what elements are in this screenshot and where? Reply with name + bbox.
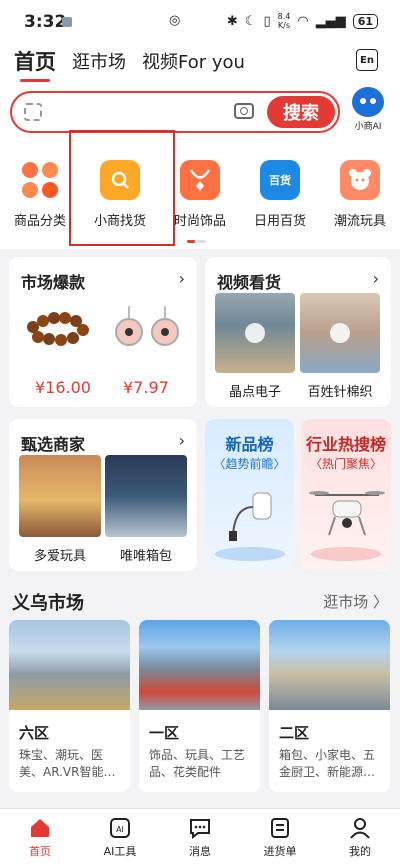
banner-title: 新品榜	[225, 435, 274, 454]
district-desc: 箱包、小家电、五金厨卫、新能源…	[279, 748, 376, 779]
video-thumbnail[interactable]	[215, 293, 295, 373]
robot-icon	[352, 87, 384, 117]
district-desc: 珠宝、潮玩、医美、AR.VR智能…	[19, 748, 116, 779]
earrings-image[interactable]	[113, 302, 183, 354]
play-icon	[245, 323, 265, 343]
merchant-name: 多爱玩具	[33, 549, 86, 564]
home-icon	[29, 817, 51, 839]
page-indicator	[187, 240, 211, 244]
tab-home[interactable]: 首页	[14, 46, 56, 82]
network-speed: 8.4 K/s	[277, 12, 291, 30]
nav-label: AI工具	[103, 845, 137, 858]
banner-subtitle: 〈趋势前瞻〉	[213, 457, 286, 471]
language-button[interactable]: En	[356, 49, 378, 71]
district-card[interactable]: 六区 珠宝、潮玩、医美、AR.VR智能…	[9, 620, 130, 792]
highlight-box	[69, 130, 175, 246]
category-label: 商品分类	[13, 214, 66, 229]
section-title: 义乌市场	[12, 593, 84, 614]
select-merchants-card[interactable]: 甄选商家 › 多爱玩具 唯唯箱包	[9, 419, 197, 571]
vibrate-icon: ▯	[263, 13, 271, 29]
merchant-image[interactable]	[19, 455, 101, 537]
bluetooth-icon: ✱	[226, 13, 238, 29]
nav-purchase-list[interactable]: 进货单	[250, 817, 310, 859]
dnd-moon-icon: ☾	[244, 13, 257, 29]
message-icon	[189, 817, 211, 839]
video-thumbnail[interactable]	[300, 293, 380, 373]
search-bar[interactable]: 搜索	[10, 91, 340, 133]
category-label: 潮流玩具	[333, 214, 386, 229]
list-icon	[269, 817, 291, 839]
ai-assistant-button[interactable]: 小商AI	[348, 87, 388, 132]
top-tabs: 首页 逛市场 视频For you En	[0, 42, 400, 87]
card-title: 视频看货	[217, 273, 282, 292]
necklace-icon	[180, 160, 220, 200]
user-icon	[349, 817, 371, 839]
ai-tools-icon: AI	[109, 817, 131, 839]
district-name: 一区	[149, 724, 180, 742]
teddy-bear-icon	[340, 160, 380, 200]
card-title: 市场爆款	[21, 273, 86, 292]
notification-icon	[62, 17, 72, 27]
bead-bracelet-image[interactable]	[27, 312, 89, 346]
category-item[interactable]: 百货 日用百货	[240, 160, 320, 229]
category-label: 日用百货	[253, 214, 306, 229]
search-button[interactable]: 搜索	[267, 96, 335, 128]
view-market-link[interactable]: 逛市场 〉	[323, 591, 388, 612]
nav-label: 消息	[189, 845, 211, 858]
nav-messages[interactable]: 消息	[170, 817, 230, 859]
chevron-right-icon[interactable]: ›	[179, 431, 185, 450]
nav-home[interactable]: 首页	[10, 817, 70, 859]
product-price: ¥16.00	[35, 378, 91, 397]
merchant-name: 唯唯箱包	[119, 549, 172, 564]
ai-label: 小商AI	[354, 122, 382, 132]
svg-text:AI: AI	[116, 825, 124, 834]
banner-title: 行业热搜榜	[305, 435, 386, 454]
chevron-right-icon[interactable]: ›	[373, 269, 379, 288]
market-hot-card[interactable]: 市场爆款 › ¥16.00 ¥7.97	[9, 257, 197, 407]
product-image	[227, 485, 277, 545]
nav-label: 我的	[349, 845, 371, 858]
camera-icon[interactable]	[234, 103, 254, 119]
grid-flower-icon	[20, 160, 60, 200]
shop-name: 百姓针棉织	[307, 385, 373, 400]
daily-goods-icon: 百货	[260, 160, 300, 200]
product-price: ¥7.97	[123, 378, 169, 397]
tab-video[interactable]: 视频For you	[142, 48, 245, 74]
nav-profile[interactable]: 我的	[330, 817, 390, 859]
category-row: 商品分类 小商找货 时尚饰品 百货 日用百货 潮流玩具	[0, 142, 400, 249]
drone-image	[309, 485, 385, 541]
nfc-icon: ◎	[169, 13, 181, 28]
play-icon	[330, 323, 350, 343]
district-image	[139, 620, 260, 710]
banner-subtitle: 〈热门聚焦〉	[309, 457, 382, 471]
nav-ai-tools[interactable]: AI AI工具	[90, 817, 150, 859]
wifi-icon: ◠	[297, 13, 309, 29]
search-area: 搜索 小商AI	[0, 87, 400, 142]
status-bar: 3:32 ◎ ✱ ☾ ▯ 8.4 K/s ◠ ▂▄▆ 61	[0, 0, 400, 42]
district-desc: 饰品、玩具、工艺品、花类配件	[149, 748, 246, 779]
new-list-banner[interactable]: 新品榜 〈趋势前瞻〉	[205, 419, 294, 571]
status-time: 3:32	[24, 12, 67, 32]
merchant-image[interactable]	[105, 455, 187, 537]
district-name: 六区	[19, 724, 50, 742]
nav-label: 进货单	[263, 845, 297, 858]
category-item[interactable]: 商品分类	[0, 160, 80, 229]
scan-icon[interactable]	[24, 103, 42, 121]
district-name: 二区	[279, 724, 310, 742]
category-item[interactable]: 潮流玩具	[320, 160, 400, 229]
tab-market[interactable]: 逛市场	[72, 48, 126, 74]
district-card[interactable]: 二区 箱包、小家电、五金厨卫、新能源…	[269, 620, 390, 792]
chevron-right-icon[interactable]: ›	[179, 269, 185, 288]
video-card[interactable]: 视频看货 › 晶点电子 百姓针棉织	[205, 257, 391, 407]
shop-name: 晶点电子	[228, 385, 281, 400]
district-card[interactable]: 一区 饰品、玩具、工艺品、花类配件	[139, 620, 260, 792]
district-image	[9, 620, 130, 710]
hot-list-banner[interactable]: 行业热搜榜 〈热门聚焦〉	[301, 419, 391, 571]
signal-icon: ▂▄▆	[315, 13, 346, 29]
bottom-navigation: 首页 AI AI工具 消息 进货单 我的	[0, 808, 400, 866]
battery-indicator: 61	[352, 13, 378, 29]
card-title: 甄选商家	[21, 435, 86, 454]
nav-label: 首页	[29, 845, 51, 858]
district-image	[269, 620, 390, 710]
